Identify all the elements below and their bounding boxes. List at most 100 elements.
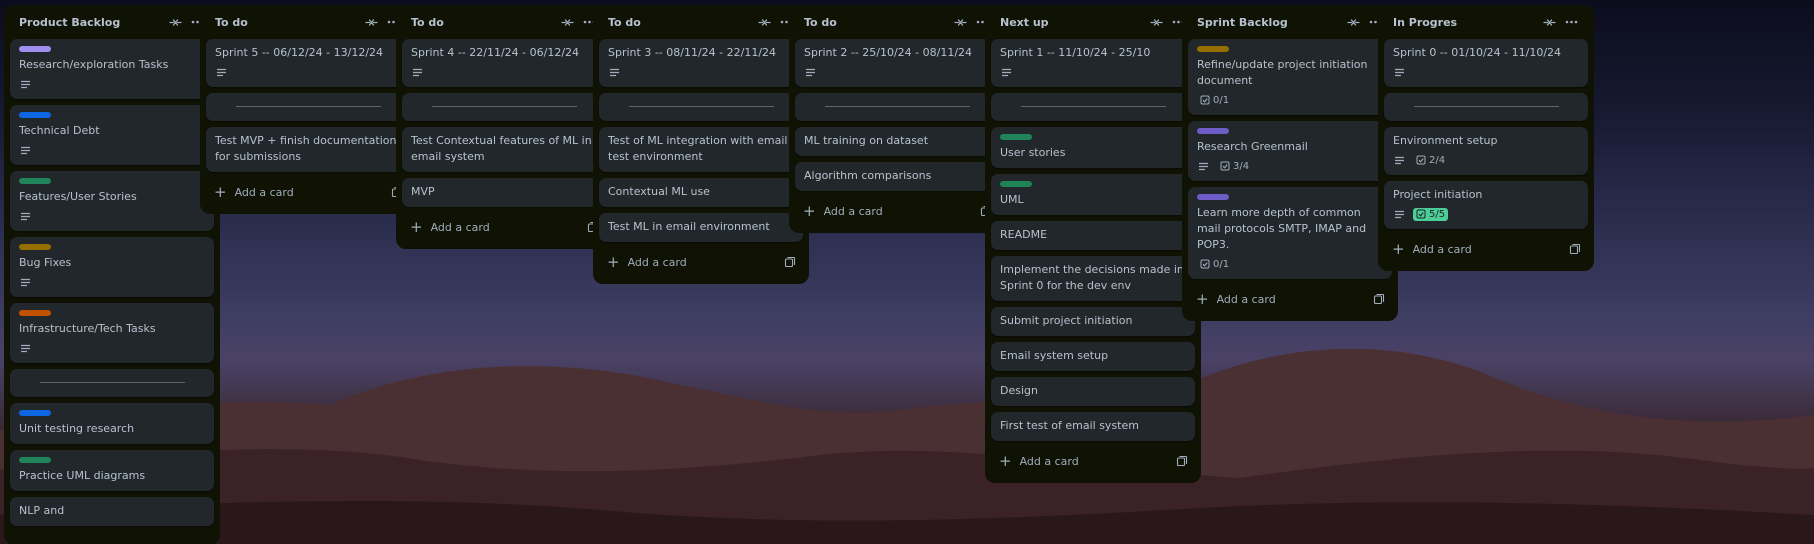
add-card-button[interactable]: + Add a card xyxy=(1384,235,1588,263)
card[interactable]: NLP and xyxy=(10,497,214,526)
card-title: NLP and xyxy=(19,504,65,517)
list-title[interactable]: To do xyxy=(411,16,556,29)
template-icon[interactable] xyxy=(783,255,797,269)
card[interactable]: Implement the decisions made in Sprint 0… xyxy=(991,256,1195,301)
checklist-icon xyxy=(1220,161,1230,171)
card[interactable]: Sprint 5 -- 06/12/24 - 13/12/24 xyxy=(206,39,410,87)
separator-card[interactable] xyxy=(991,93,1195,121)
add-card-label: Add a card xyxy=(823,204,883,218)
add-card-button[interactable]: + Add a card xyxy=(206,178,410,206)
description-icon xyxy=(608,66,620,78)
card[interactable]: Infrastructure/Tech Tasks xyxy=(10,303,214,363)
separator-card[interactable] xyxy=(599,93,803,121)
separator-card[interactable] xyxy=(795,93,999,121)
card[interactable]: Contextual ML use xyxy=(599,178,803,207)
collapse-icon[interactable] xyxy=(556,11,578,33)
card[interactable]: Sprint 0 -- 01/10/24 - 11/10/24 xyxy=(1384,39,1588,87)
template-icon[interactable] xyxy=(1175,454,1189,468)
card[interactable]: Bug Fixes xyxy=(10,237,214,297)
card-label[interactable] xyxy=(19,244,51,250)
checklist-count: 3/4 xyxy=(1233,160,1250,172)
card-label[interactable] xyxy=(1000,134,1032,140)
list-title[interactable]: Product Backlog xyxy=(19,16,164,29)
card[interactable]: Unit testing research xyxy=(10,403,214,444)
card[interactable]: Test of ML integration with email test e… xyxy=(599,127,803,172)
card[interactable]: Sprint 4 -- 22/11/24 - 06/12/24 xyxy=(402,39,606,87)
card[interactable]: Project initiation 5/5 xyxy=(1384,181,1588,229)
description-icon xyxy=(19,210,31,222)
collapse-icon[interactable] xyxy=(360,11,382,33)
card-label[interactable] xyxy=(19,112,51,118)
card[interactable]: README xyxy=(991,221,1195,250)
card[interactable]: Email system setup xyxy=(991,342,1195,371)
collapse-icon[interactable] xyxy=(1342,11,1364,33)
list-title[interactable]: Sprint Backlog xyxy=(1197,16,1342,29)
card[interactable]: Sprint 1 -- 11/10/24 - 25/10 xyxy=(991,39,1195,87)
card-label[interactable] xyxy=(19,46,51,52)
card[interactable]: Environment setup 2/4 xyxy=(1384,127,1588,175)
card[interactable]: MVP xyxy=(402,178,606,207)
card[interactable]: Test ML in email environment xyxy=(599,213,803,242)
card-label[interactable] xyxy=(1197,128,1229,134)
add-card-button[interactable]: + Add a card xyxy=(402,213,606,241)
card[interactable]: Learn more depth of common mail protocol… xyxy=(1188,187,1392,279)
card-label[interactable] xyxy=(19,410,51,416)
add-card-button[interactable]: + Add a card xyxy=(599,248,803,276)
card-badges xyxy=(19,340,205,356)
list-title[interactable]: To do xyxy=(804,16,949,29)
card-badges: 3/4 xyxy=(1197,158,1383,174)
list-header: In Progres xyxy=(1384,5,1588,39)
separator-card[interactable] xyxy=(402,93,606,121)
card[interactable]: Design xyxy=(991,377,1195,406)
card-label[interactable] xyxy=(19,457,51,463)
add-card-button[interactable]: + Add a card xyxy=(795,197,999,225)
card[interactable]: Refine/update project initiation documen… xyxy=(1188,39,1392,115)
list-title[interactable]: To do xyxy=(608,16,753,29)
card-title: Sprint 3 -- 08/11/24 - 22/11/24 xyxy=(608,46,777,59)
card-label[interactable] xyxy=(19,310,51,316)
collapse-icon[interactable] xyxy=(949,11,971,33)
list-header: Product Backlog xyxy=(10,5,214,39)
card[interactable]: Sprint 3 -- 08/11/24 - 22/11/24 xyxy=(599,39,803,87)
card[interactable]: Test MVP + finish documentation for subm… xyxy=(206,127,410,172)
list-header: To do xyxy=(402,5,606,39)
card-label[interactable] xyxy=(19,178,51,184)
card-title: First test of email system xyxy=(1000,419,1139,432)
card[interactable]: ML training on dataset xyxy=(795,127,999,156)
list-title[interactable]: To do xyxy=(215,16,360,29)
card-label[interactable] xyxy=(1000,181,1032,187)
template-icon[interactable] xyxy=(1372,292,1386,306)
card-title: README xyxy=(1000,228,1048,241)
card[interactable]: Sprint 2 -- 25/10/24 - 08/11/24 xyxy=(795,39,999,87)
add-card-label: Add a card xyxy=(1216,292,1276,306)
card[interactable]: UML xyxy=(991,174,1195,215)
separator-card[interactable] xyxy=(206,93,410,121)
card-label[interactable] xyxy=(1197,46,1229,52)
card[interactable]: Algorithm comparisons xyxy=(795,162,999,191)
card[interactable]: Research/exploration Tasks xyxy=(10,39,214,99)
template-icon[interactable] xyxy=(1568,242,1582,256)
collapse-icon[interactable] xyxy=(164,11,186,33)
card[interactable]: Technical Debt xyxy=(10,105,214,165)
add-card-button[interactable]: + Add a card xyxy=(1188,285,1392,313)
more-icon[interactable] xyxy=(1560,11,1582,33)
add-card-button[interactable]: + Add a card xyxy=(991,447,1195,475)
separator-card[interactable] xyxy=(1384,93,1588,121)
list-title[interactable]: Next up xyxy=(1000,16,1145,29)
card[interactable]: Practice UML diagrams xyxy=(10,450,214,491)
card[interactable]: Test Contextual features of ML in email … xyxy=(402,127,606,172)
collapse-icon[interactable] xyxy=(1145,11,1167,33)
list-title[interactable]: In Progres xyxy=(1393,16,1538,29)
card-title: Email system setup xyxy=(1000,349,1109,362)
plus-icon: + xyxy=(1392,239,1405,258)
card-label[interactable] xyxy=(1197,194,1229,200)
collapse-icon[interactable] xyxy=(1538,11,1560,33)
card[interactable]: Research Greenmail 3/4 xyxy=(1188,121,1392,181)
card[interactable]: First test of email system xyxy=(991,412,1195,441)
separator-card[interactable] xyxy=(10,369,214,397)
card[interactable]: Submit project initiation xyxy=(991,307,1195,336)
collapse-icon[interactable] xyxy=(753,11,775,33)
card[interactable]: Features/User Stories xyxy=(10,171,214,231)
card[interactable]: User stories xyxy=(991,127,1195,168)
card-badges xyxy=(19,274,205,290)
